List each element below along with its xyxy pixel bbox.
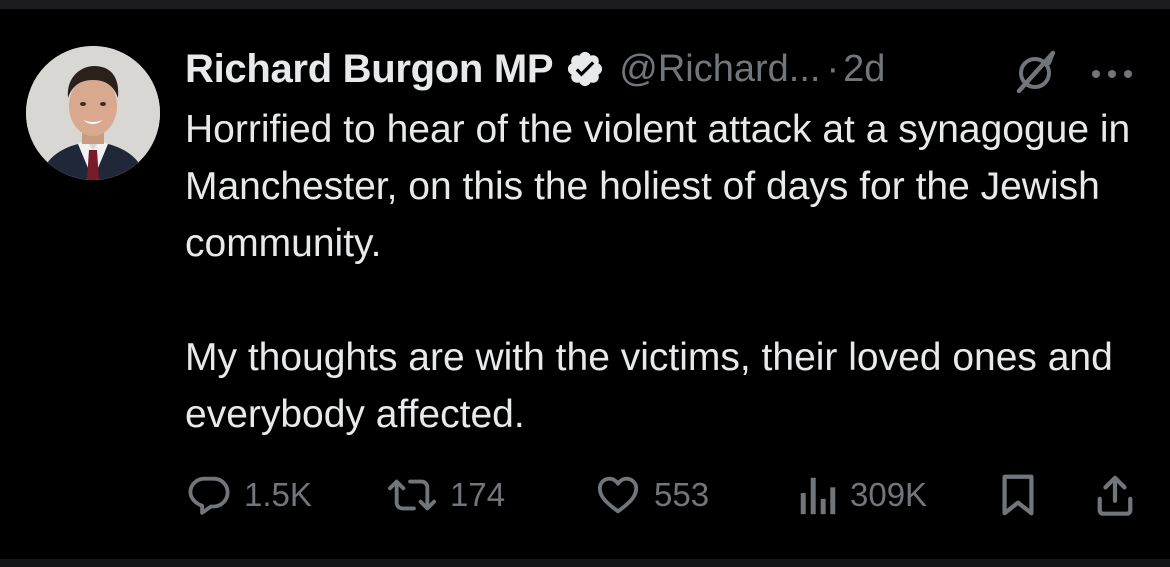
share-button[interactable] bbox=[1094, 467, 1136, 523]
reply-icon bbox=[186, 472, 232, 518]
reply-button[interactable]: 1.5K bbox=[186, 467, 312, 523]
tweet-paragraph: Horrified to hear of the violent attack … bbox=[185, 108, 1131, 265]
more-horizontal-icon[interactable] bbox=[1086, 64, 1138, 84]
avatar[interactable] bbox=[26, 46, 160, 180]
action-bar: 1.5K 174 553 309K bbox=[0, 467, 1170, 523]
tweet-paragraph: My thoughts are with the victims, their … bbox=[185, 336, 1113, 436]
views-button[interactable]: 309K bbox=[798, 467, 927, 523]
tweet-header: Richard Burgon MP @Richard... · 2d bbox=[185, 44, 885, 94]
bookmark-button[interactable] bbox=[998, 467, 1038, 523]
share-icon bbox=[1094, 472, 1136, 518]
heart-icon bbox=[594, 472, 642, 518]
verified-badge-icon[interactable] bbox=[565, 49, 605, 89]
grok-icon[interactable] bbox=[1013, 49, 1059, 95]
repost-icon bbox=[386, 472, 438, 518]
avatar-photo bbox=[26, 46, 160, 180]
like-count: 553 bbox=[654, 476, 710, 513]
repost-count: 174 bbox=[450, 476, 506, 513]
timestamp[interactable]: 2d bbox=[843, 48, 885, 91]
views-icon bbox=[798, 472, 838, 518]
reply-count: 1.5K bbox=[244, 476, 312, 513]
bottom-divider bbox=[0, 559, 1170, 567]
tweet-text: Horrified to hear of the violent attack … bbox=[185, 101, 1155, 443]
views-count: 309K bbox=[850, 476, 928, 513]
tweet-card[interactable]: Richard Burgon MP @Richard... · 2d Horri… bbox=[0, 9, 1170, 559]
top-divider bbox=[0, 0, 1170, 9]
author-handle[interactable]: @Richard... bbox=[619, 48, 820, 91]
like-button[interactable]: 553 bbox=[594, 467, 709, 523]
author-display-name[interactable]: Richard Burgon MP bbox=[185, 47, 554, 92]
repost-button[interactable]: 174 bbox=[386, 467, 505, 523]
separator-dot: · bbox=[826, 47, 840, 90]
bookmark-icon bbox=[998, 472, 1038, 518]
